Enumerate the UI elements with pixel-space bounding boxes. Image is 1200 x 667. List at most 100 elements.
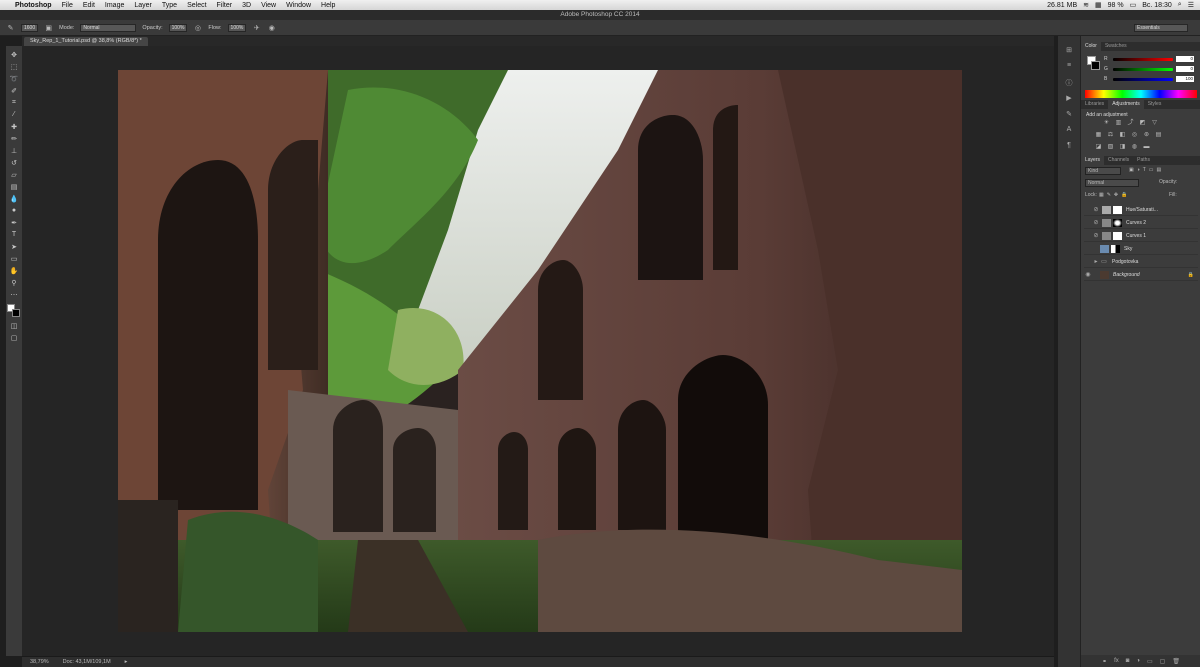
background-color-swatch[interactable] [12, 309, 20, 317]
type-tool-icon[interactable]: T [9, 230, 20, 239]
layer-row[interactable]: ◉ Background 🔒 [1084, 269, 1198, 281]
color-balance-icon[interactable]: ⚖ [1107, 132, 1114, 139]
blur-tool-icon[interactable]: 💧 [9, 194, 20, 203]
airbrush-icon[interactable]: ✈ [252, 23, 261, 32]
layer-name[interactable]: Podgotovka [1112, 259, 1138, 265]
selective-color-icon[interactable]: ◍ [1131, 144, 1138, 151]
new-layer-icon[interactable]: ▢ [1160, 658, 1166, 665]
tab-libraries[interactable]: Libraries [1081, 100, 1108, 109]
layer-row[interactable]: Sky [1084, 243, 1198, 255]
brush-tool-icon[interactable]: ✏ [9, 134, 20, 143]
screen-mode-icon[interactable]: ▢ [9, 333, 20, 342]
layer-name[interactable]: Background [1113, 272, 1140, 278]
channel-b-value[interactable]: 100 [1176, 76, 1194, 82]
app-menu[interactable]: Photoshop [10, 2, 57, 9]
brush-size-picker[interactable]: 1600 [21, 23, 39, 32]
menu-edit[interactable]: Edit [78, 2, 100, 9]
channel-b-slider[interactable] [1113, 78, 1173, 81]
mode-select[interactable]: Normal [80, 23, 137, 32]
tab-swatches[interactable]: Swatches [1101, 42, 1131, 51]
channel-g-value[interactable]: 0 [1176, 66, 1194, 72]
properties-panel-icon[interactable]: ≡ [1063, 62, 1075, 72]
color-spectrum-ramp[interactable] [1085, 90, 1197, 98]
visibility-eye-icon[interactable]: ◉ [1084, 271, 1092, 278]
doc-size-info[interactable]: Doc: 43,1M/109,1M [63, 659, 111, 665]
layer-row[interactable]: ⊘ Hue/Saturati... [1084, 204, 1198, 216]
threshold-icon[interactable]: ◨ [1119, 144, 1126, 151]
wifi-icon[interactable]: ≋ [1083, 1, 1089, 9]
photo-filter-icon[interactable]: ◎ [1131, 132, 1138, 139]
channel-mixer-icon[interactable]: ⊛ [1143, 132, 1150, 139]
tab-layers[interactable]: Layers [1081, 156, 1105, 165]
brightness-contrast-icon[interactable]: ☀ [1103, 120, 1110, 127]
pressure-size-icon[interactable]: ◉ [267, 23, 276, 32]
more-tools-icon[interactable]: ⋯ [9, 290, 20, 299]
layer-name[interactable]: Sky [1124, 246, 1132, 252]
levels-icon[interactable]: ▥ [1115, 120, 1122, 127]
layer-style-icon[interactable]: fx [1114, 658, 1119, 664]
layer-row[interactable]: ⊘ Curves 2 [1084, 217, 1198, 229]
layer-filter-kind[interactable]: Kind [1085, 167, 1121, 175]
flag-icon[interactable]: ▦ [1095, 1, 1102, 9]
color-swatches[interactable] [7, 304, 21, 318]
actions-panel-icon[interactable]: ▶ [1063, 94, 1075, 104]
gradient-tool-icon[interactable]: ▤ [9, 182, 20, 191]
lock-icons[interactable]: ▦✎✥🔒 [1099, 192, 1130, 198]
layer-row[interactable]: ⊘ Curves 1 [1084, 230, 1198, 242]
clock[interactable]: Вс. 18:30 [1142, 2, 1172, 9]
history-brush-tool-icon[interactable]: ↺ [9, 158, 20, 167]
channel-r-slider[interactable] [1113, 58, 1173, 61]
eyedropper-tool-icon[interactable]: ⁄ [9, 110, 20, 119]
hand-tool-icon[interactable]: ✋ [9, 266, 20, 275]
tab-adjustments[interactable]: Adjustments [1108, 100, 1144, 109]
new-group-icon[interactable]: ▭ [1147, 658, 1153, 665]
menu-help[interactable]: Help [316, 2, 340, 9]
layer-name[interactable]: Curves 2 [1126, 220, 1146, 226]
lasso-tool-icon[interactable]: ➰ [9, 74, 20, 83]
add-mask-icon[interactable]: ◙ [1126, 658, 1130, 664]
dodge-tool-icon[interactable]: ● [9, 206, 20, 215]
menu-file[interactable]: File [57, 2, 78, 9]
layer-row[interactable]: ▸ ▭ Podgotovka [1084, 256, 1198, 268]
new-adjustment-icon[interactable]: ◑ [1136, 658, 1140, 664]
crop-tool-icon[interactable]: ⌗ [9, 98, 20, 107]
paragraph-panel-icon[interactable]: ¶ [1063, 142, 1075, 152]
opacity-field[interactable]: 100% [168, 23, 188, 32]
channel-g-slider[interactable] [1113, 68, 1173, 71]
battery-percent[interactable]: 98 % [1108, 2, 1124, 9]
tab-styles[interactable]: Styles [1144, 100, 1166, 109]
brush-preset-icon[interactable]: ✎ [6, 23, 15, 32]
color-lookup-icon[interactable]: ▤ [1155, 132, 1162, 139]
menu-filter[interactable]: Filter [212, 2, 238, 9]
menu-3d[interactable]: 3D [237, 2, 256, 9]
link-layers-icon[interactable]: ⚭ [1102, 658, 1107, 665]
black-white-icon[interactable]: ◧ [1119, 132, 1126, 139]
posterize-icon[interactable]: ▧ [1107, 144, 1114, 151]
hue-saturation-icon[interactable]: ▦ [1095, 132, 1102, 139]
clone-stamp-tool-icon[interactable]: ⊥ [9, 146, 20, 155]
pen-tool-icon[interactable]: ✒ [9, 218, 20, 227]
pressure-opacity-icon[interactable]: ◎ [193, 23, 202, 32]
eraser-tool-icon[interactable]: ▱ [9, 170, 20, 179]
notification-icon[interactable]: ☰ [1188, 1, 1194, 9]
shape-tool-icon[interactable]: ▭ [9, 254, 20, 263]
delete-layer-icon[interactable]: 🗑 [1172, 658, 1180, 665]
layer-name[interactable]: Curves 1 [1126, 233, 1146, 239]
menu-view[interactable]: View [256, 2, 281, 9]
tab-color[interactable]: Color [1081, 42, 1101, 51]
memory-indicator[interactable]: 26.81 MB [1047, 2, 1077, 9]
document-tab[interactable]: Sky_Rep_1_Tutorial.psd @ 38,8% (RGB/8*) … [24, 37, 148, 46]
tab-paths[interactable]: Paths [1133, 156, 1154, 165]
marquee-tool-icon[interactable]: ⬚ [9, 62, 20, 71]
menu-select[interactable]: Select [182, 2, 211, 9]
quick-select-tool-icon[interactable]: ✐ [9, 86, 20, 95]
menu-image[interactable]: Image [100, 2, 129, 9]
workspace-select[interactable]: Essentials [1134, 23, 1188, 32]
blend-mode-select[interactable]: Normal [1085, 179, 1139, 187]
spotlight-icon[interactable]: ⌕ [1178, 1, 1182, 9]
layer-filter-icons[interactable]: ▣◑T▭▤ [1129, 167, 1164, 173]
brush-presets-panel-icon[interactable]: ✎ [1063, 110, 1075, 120]
info-panel-icon[interactable]: ⓘ [1063, 78, 1075, 88]
healing-brush-tool-icon[interactable]: ✚ [9, 122, 20, 131]
curves-icon[interactable]: ⤴ [1127, 120, 1134, 127]
